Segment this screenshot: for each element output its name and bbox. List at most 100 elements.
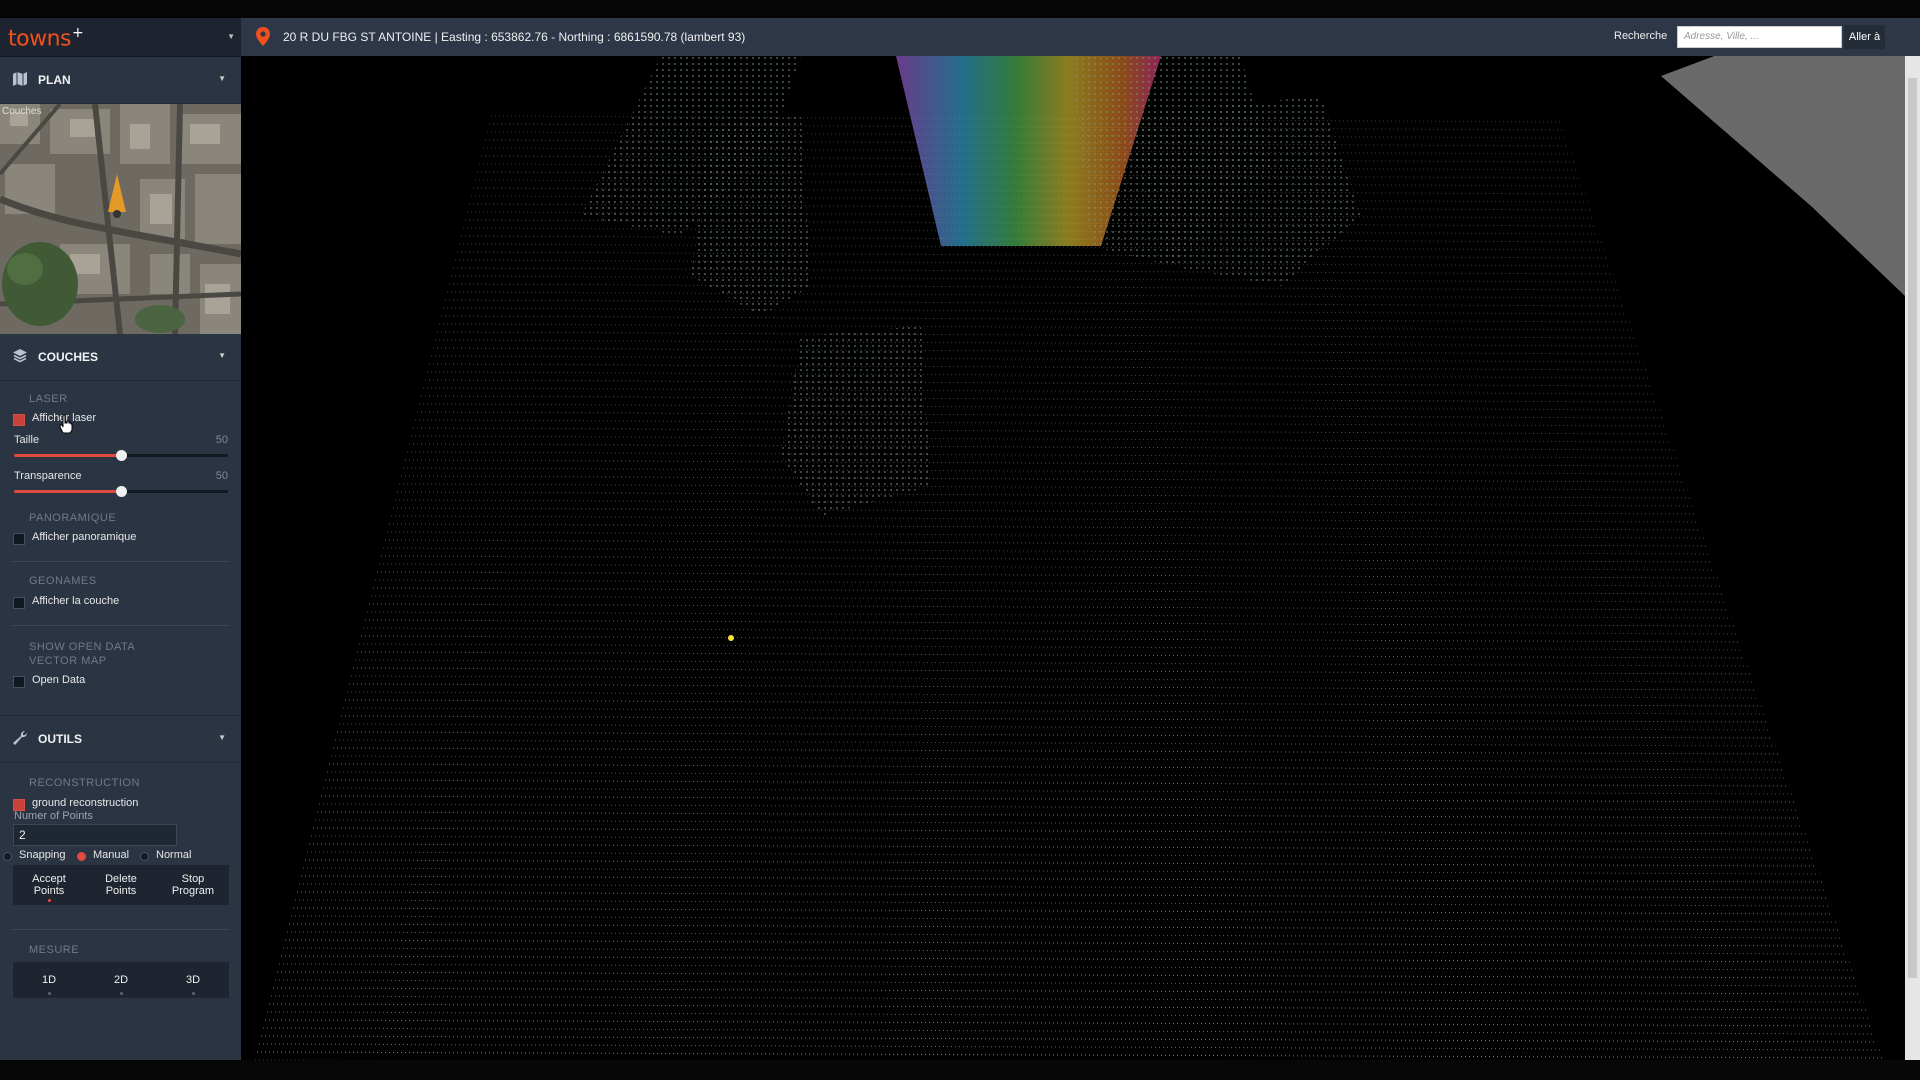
measure-2d-button[interactable]: 2D [85, 962, 157, 998]
open-data-toggle-row[interactable]: Open Data [0, 671, 241, 693]
brand-bar: towns+ ▼ [0, 18, 241, 57]
scanline [378, 563, 1716, 571]
snapping-radio[interactable] [3, 852, 12, 861]
transparency-slider-fill [14, 490, 121, 493]
scanline [418, 403, 1661, 411]
scanline [448, 283, 1619, 291]
scanline [282, 947, 1848, 955]
scanline [440, 315, 1630, 323]
outils-section-header[interactable]: OUTILS ▼ [0, 715, 241, 763]
sidebar: towns+ ▼ PLAN ▼ Couches COUCHES ▼ LASER … [0, 18, 241, 1060]
scanline [314, 819, 1804, 827]
scanline [406, 451, 1677, 459]
plan-section-header[interactable]: PLAN ▼ [0, 57, 241, 104]
geonames-checkbox-label: Afficher la couche [32, 595, 120, 607]
chevron-down-icon[interactable]: ▼ [227, 32, 235, 41]
scanline [292, 907, 1834, 915]
scanline [260, 1035, 1878, 1043]
scanline [330, 755, 1782, 763]
manual-radio[interactable] [77, 852, 86, 861]
layers-icon [13, 349, 27, 363]
measure-3d-label: 3D [185, 974, 201, 986]
scanline [414, 419, 1666, 427]
accept-points-button[interactable]: Accept Points [13, 865, 85, 905]
scanline [388, 523, 1702, 531]
stop-program-button[interactable]: Stop Program [157, 865, 229, 905]
location-pin-icon [256, 27, 270, 46]
point-cloud-canvas[interactable] [241, 56, 1905, 1060]
scrollbar-thumb[interactable] [1908, 78, 1917, 978]
scanline [340, 715, 1768, 723]
panoramique-group-title: PANORAMIQUE [29, 512, 117, 524]
panoramique-checkbox-label: Afficher panoramique [32, 531, 137, 543]
transparency-slider-handle[interactable] [116, 486, 127, 497]
scanline [308, 843, 1812, 851]
points-count-input[interactable]: 2 [13, 824, 177, 846]
delete-points-line2: Points [105, 885, 137, 897]
measure-1d-button[interactable]: 1D [13, 962, 85, 998]
accept-points-line1: Accept [32, 873, 66, 885]
reconstruction-group-title: RECONSTRUCTION [29, 777, 140, 789]
minimap[interactable]: Couches [0, 104, 241, 334]
geonames-group: GEONAMES Afficher la couche [0, 562, 241, 614]
app-logo[interactable]: towns+ [8, 25, 84, 51]
scanline [380, 555, 1713, 563]
transparency-slider[interactable] [14, 486, 228, 497]
open-data-group-title: SHOW OPEN DATA VECTOR MAP [29, 641, 135, 667]
scanline [304, 859, 1817, 867]
scanline [430, 355, 1644, 363]
scanline [400, 475, 1685, 483]
minimap-layer-label: Couches [2, 106, 42, 117]
laser-group: LASER Afficher laser Taille 50 Transpare… [0, 381, 241, 505]
scanline [298, 883, 1826, 891]
scanline [276, 971, 1856, 979]
scanline [284, 939, 1845, 947]
scanline [436, 331, 1636, 339]
chevron-down-icon: ▼ [218, 74, 226, 83]
plan-title: PLAN [38, 73, 71, 87]
top-bar: 20 R DU FBG ST ANTOINE | Easting : 65386… [241, 18, 1920, 56]
search-input[interactable]: Adresse, Ville, ... [1677, 26, 1842, 48]
size-slider-row: Taille 50 [0, 433, 241, 469]
scrollbar[interactable] [1905, 56, 1920, 1060]
panoramique-toggle-row[interactable]: Afficher panoramique [0, 528, 241, 550]
satellite-map[interactable] [0, 104, 241, 334]
scanline [302, 867, 1820, 875]
scanline [294, 899, 1831, 907]
scanline [384, 539, 1707, 547]
normal-radio[interactable] [140, 852, 149, 861]
search-label: Recherche [1614, 30, 1668, 42]
goto-button[interactable]: Aller à [1844, 25, 1885, 49]
delete-points-button[interactable]: Delete Points [85, 865, 157, 905]
dot [192, 992, 195, 995]
scanline [296, 891, 1828, 899]
scanline [336, 731, 1773, 739]
scanline [444, 299, 1625, 307]
yellow-marker [728, 635, 734, 641]
size-slider[interactable] [14, 450, 228, 461]
scanline [426, 371, 1650, 379]
scanline [402, 467, 1683, 475]
size-slider-handle[interactable] [116, 450, 127, 461]
panoramique-checkbox[interactable] [13, 533, 25, 545]
point-cloud-viewport[interactable] [241, 56, 1905, 1060]
laser-checkbox[interactable] [13, 414, 25, 426]
couches-section-header[interactable]: COUCHES ▼ [0, 334, 241, 381]
window-top-edge [0, 0, 1920, 18]
geonames-toggle-row[interactable]: Afficher la couche [0, 592, 241, 614]
delete-points-line1: Delete [105, 873, 137, 885]
scanline [324, 779, 1790, 787]
hand-cursor-icon [59, 414, 73, 434]
scanline [382, 547, 1710, 555]
panoramique-group: PANORAMIQUE Afficher panoramique [0, 505, 241, 550]
measure-3d-button[interactable]: 3D [157, 962, 229, 998]
laser-toggle-row[interactable]: Afficher laser [0, 409, 241, 434]
geonames-checkbox[interactable] [13, 597, 25, 609]
mesure-group-title: MESURE [29, 944, 80, 956]
scanline [286, 931, 1842, 939]
open-data-checkbox[interactable] [13, 676, 25, 688]
scanlines [255, 115, 1883, 1060]
ground-reconstruction-label: ground reconstruction [32, 797, 139, 809]
scanline [450, 275, 1617, 283]
stop-program-line2: Program [171, 885, 215, 897]
